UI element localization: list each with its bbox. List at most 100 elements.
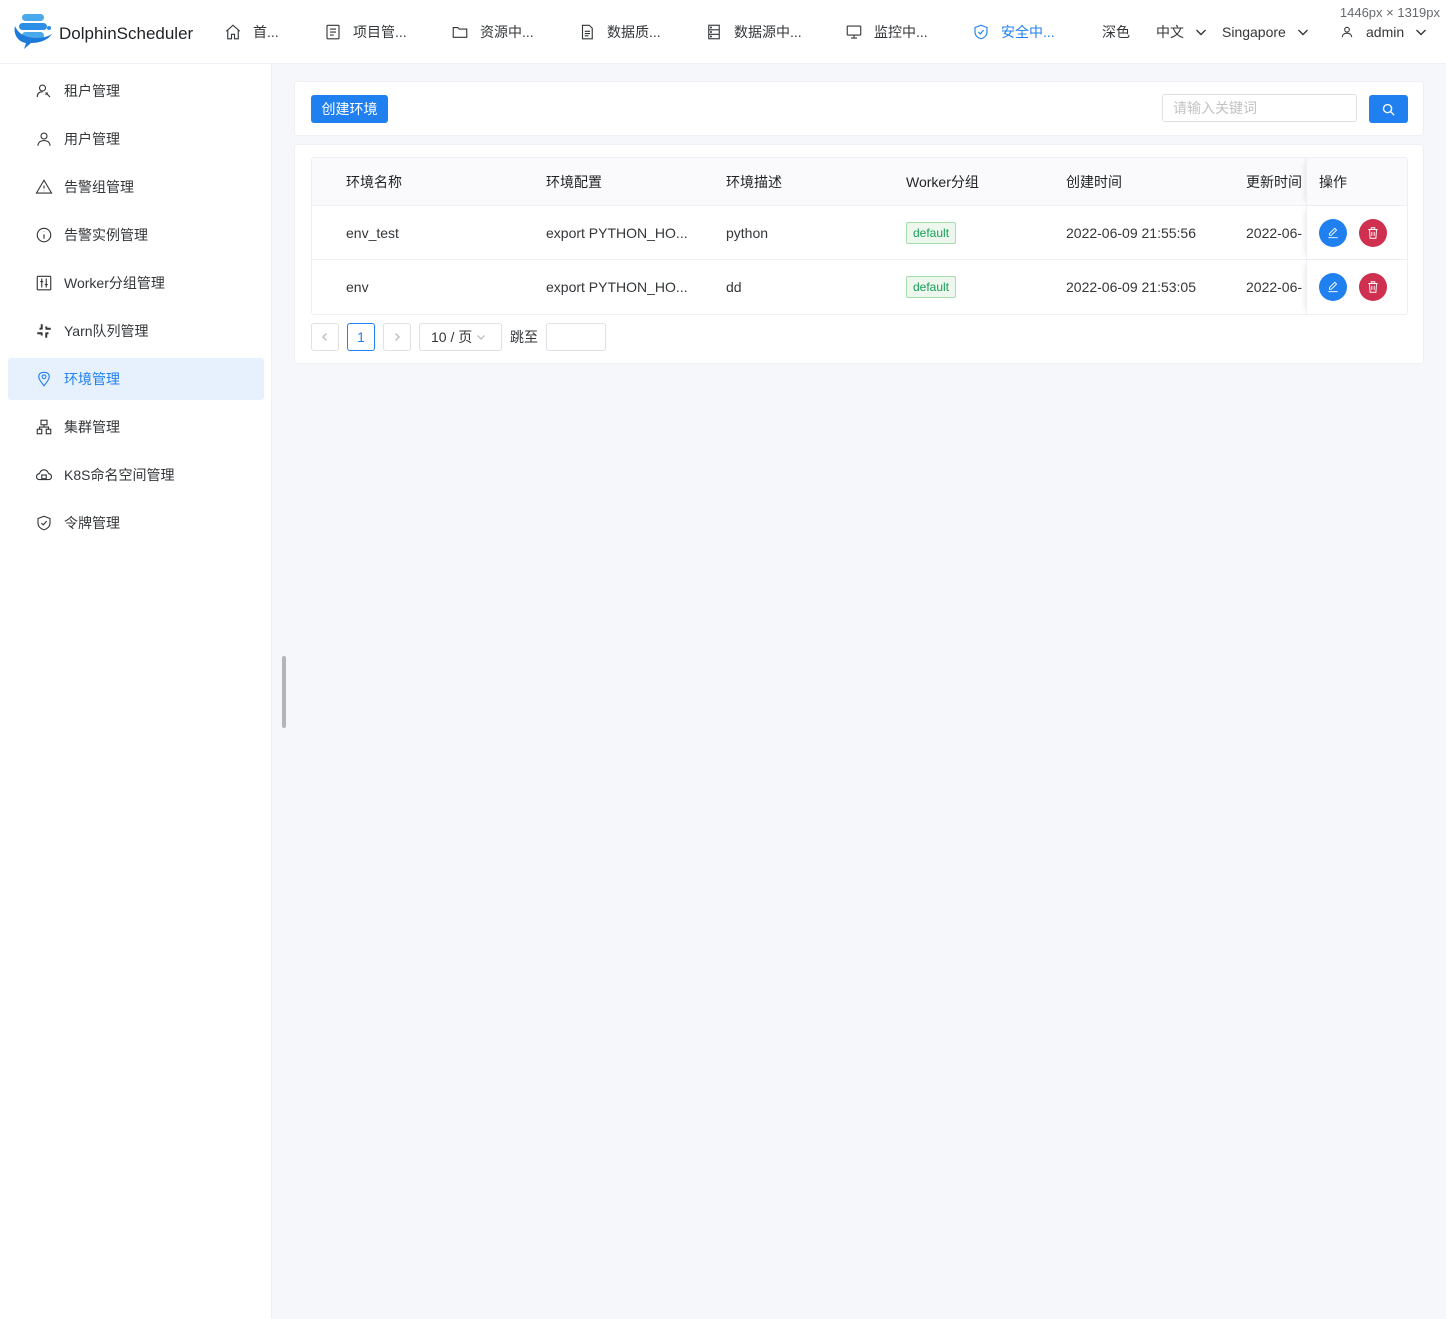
nav-home[interactable]: 首... [224,20,279,44]
logo[interactable]: DolphinScheduler [12,12,193,52]
slack-icon [37,324,51,338]
cell-name: env_test [346,224,399,241]
page-size-label: 10 / 页 [431,329,473,345]
column-header-operations: 操作 [1306,158,1407,205]
nav-project-label: 项目管... [353,24,407,40]
sidebar-item-alert-group[interactable]: 告警组管理 [8,166,264,208]
sidebar-item-label: 环境管理 [64,371,120,387]
sidebar-item-label: 令牌管理 [64,515,120,531]
search-input[interactable] [1162,94,1357,122]
language-label: 中文 [1156,24,1184,40]
worker-group-tag: default [906,221,957,244]
sidebar-item-label: 集群管理 [64,419,120,435]
cell-config: export PYTHON_HO... [546,279,688,295]
language-select[interactable]: 中文 [1156,20,1207,44]
nav-data-quality-label: 数据质... [607,24,661,40]
home-icon [225,24,241,40]
folder-icon [452,26,468,38]
sidebar-item-user[interactable]: 用户管理 [8,118,264,160]
delete-button[interactable] [1359,273,1387,301]
cell-update-time: 2022-06- [1246,279,1303,295]
table-row: env_test export PYTHON_HO... python defa… [312,206,1407,260]
sliders-icon [36,275,52,291]
chevron-down-icon [1196,29,1206,36]
sidebar-item-label: K8S命名空间管理 [64,467,175,483]
edit-icon [1328,281,1338,293]
nav-data-quality[interactable]: 数据质... [578,20,661,44]
sidebar-item-token[interactable]: 令牌管理 [8,502,264,544]
nav-resource-label: 资源中... [480,24,534,40]
project-icon [326,24,340,40]
sidebar-item-environment[interactable]: 环境管理 [8,358,264,400]
worker-group-tag: default [906,276,957,298]
location-icon [38,371,50,387]
warning-icon [35,179,53,194]
column-header-name: 环境名称 [346,173,402,190]
token-shield-icon [37,515,51,531]
logo-text: DolphinScheduler [59,23,194,43]
cell-update-time: 2022-06- [1246,224,1303,241]
column-header-description: 环境描述 [726,173,782,190]
sidebar: 租户管理 用户管理 告警组管理 告警实例管理 Worker分组管理 Yarn队列… [0,64,272,1319]
nav-resource[interactable]: 资源中... [451,20,534,44]
sidebar-item-label: Worker分组管理 [64,275,165,291]
nav-datasource-label: 数据源中... [734,24,802,40]
column-header-worker-group: Worker分组 [906,173,979,190]
search-button[interactable] [1369,95,1408,123]
timezone-select[interactable]: Singapore [1222,20,1309,44]
sidebar-item-worker-group[interactable]: Worker分组管理 [8,262,264,304]
column-header-config: 环境配置 [546,173,602,190]
cell-create-time: 2022-06-09 21:55:56 [1066,224,1196,241]
nav-monitor-label: 监控中... [874,24,928,40]
page-size-select[interactable]: 10 / 页 [419,323,502,351]
nav-monitor[interactable]: 监控中... [845,20,928,44]
sidebar-item-tenant[interactable]: 租户管理 [8,70,264,112]
cell-description: python [726,224,769,241]
datasource-icon [708,24,720,40]
theme-label: 深色 [1102,24,1130,40]
table-header-row: 环境名称 环境配置 环境描述 Worker分组 创建时间 更新时间 操作 [312,158,1407,206]
edit-icon [1328,227,1338,238]
sidebar-item-k8s-namespace[interactable]: K8S命名空间管理 [8,454,264,496]
chevron-down-icon [1297,29,1308,36]
nav-security[interactable]: 安全中... [972,20,1055,44]
sidebar-item-label: 租户管理 [64,83,120,99]
sidebar-item-yarn-queue[interactable]: Yarn队列管理 [8,310,264,352]
jump-label: 跳至 [510,329,538,345]
data-quality-icon [581,24,593,40]
edit-button[interactable] [1319,273,1347,301]
trash-icon [1368,226,1378,239]
sidebar-item-cluster[interactable]: 集群管理 [8,406,264,448]
sidebar-item-label: 告警组管理 [64,179,134,195]
sidebar-item-label: 告警实例管理 [64,227,148,243]
jump-page-input[interactable] [546,323,606,351]
chevron-down-icon [477,335,486,340]
sidebar-item-alert-instance[interactable]: 告警实例管理 [8,214,264,256]
user-icon [1341,26,1353,38]
prev-page-button[interactable] [311,323,339,351]
nav-datasource[interactable]: 数据源中... [705,20,802,44]
tenant-icon [36,84,51,98]
table-card: 环境名称 环境配置 环境描述 Worker分组 创建时间 更新时间 操作 env… [294,144,1424,364]
edit-button[interactable] [1319,218,1347,247]
nav-project[interactable]: 项目管... [324,20,407,44]
next-page-button[interactable] [383,323,411,351]
toolbar-card: 创建环境 [294,81,1424,136]
sidebar-resize-handle[interactable] [282,656,286,728]
user-menu[interactable]: admin [1340,20,1427,44]
table-row: env export PYTHON_HO... dd default 2022-… [312,260,1407,314]
delete-button[interactable] [1359,218,1387,247]
cell-operations [1306,206,1407,259]
shield-check-icon [974,24,988,40]
cell-worker-group: default [906,260,1046,314]
theme-toggle[interactable]: 深色 [1102,20,1130,44]
nav-security-label: 安全中... [1001,24,1055,40]
dolphin-logo-icon [14,14,52,49]
timezone-label: Singapore [1222,24,1286,40]
page-button-current[interactable]: 1 [347,323,375,351]
nav-home-label: 首... [253,24,279,40]
create-environment-button[interactable]: 创建环境 [311,95,388,123]
chevron-down-icon [1416,29,1427,36]
cell-worker-group: default [906,206,1046,259]
chevron-right-icon [394,332,401,342]
